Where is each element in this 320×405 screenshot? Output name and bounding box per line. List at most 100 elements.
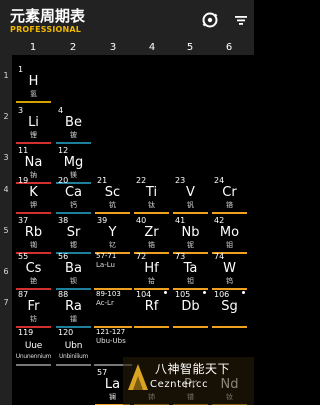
row-number: 5	[3, 226, 9, 235]
element-symbol: Cs	[25, 261, 42, 276]
element-name: 氢	[30, 90, 37, 98]
element-cell[interactable]: 37 Rb 铷	[15, 214, 52, 254]
element-name: 钙	[70, 201, 77, 209]
element-symbol: Sc	[104, 185, 121, 200]
element-cell[interactable]: 73 Ta 钽	[172, 250, 209, 290]
element-cell[interactable]: 74 W 钨	[211, 250, 248, 290]
element-cell[interactable]: 40 Zr 锆	[133, 214, 170, 254]
swap-circle-icon[interactable]	[200, 10, 220, 30]
atomic-number: 20	[58, 176, 69, 185]
atomic-number: 1	[18, 65, 24, 74]
element-name: Ununennium	[15, 353, 52, 360]
filter-icon[interactable]	[231, 10, 251, 30]
element-symbol: Rb	[24, 225, 43, 240]
atomic-number: 3	[18, 106, 24, 115]
element-cell[interactable]: 42 Mo 钼	[211, 214, 248, 254]
element-cell[interactable]: 41 Nb 铌	[172, 214, 209, 254]
range-number: 121-127	[96, 328, 126, 336]
atomic-number: 37	[18, 216, 29, 225]
element-cell[interactable]: 20 Ca 钙	[55, 174, 92, 214]
element-cell[interactable]: 38 Sr 锶	[55, 214, 92, 254]
element-symbol: Sg	[221, 299, 238, 314]
category-bar	[56, 364, 91, 366]
watermark-url: Ceznter.cc	[150, 379, 209, 390]
element-name: 钨	[226, 277, 233, 285]
atomic-number: 119	[18, 328, 34, 337]
atomic-number: 105	[175, 290, 191, 299]
atomic-number: 73	[175, 252, 186, 261]
range-label: La-Lu	[96, 261, 115, 269]
element-cell[interactable]: 4 Be 铍	[55, 104, 92, 144]
element-symbol: V	[186, 185, 195, 200]
element-symbol: Db	[181, 299, 200, 314]
atomic-number: 4	[58, 106, 64, 115]
category-bar	[16, 364, 51, 366]
range-label: Ac-Lr	[96, 299, 114, 307]
category-bar	[134, 326, 169, 328]
element-cell[interactable]: 22 Ti 钛	[133, 174, 170, 214]
category-bar	[173, 326, 208, 328]
element-name: 镭	[70, 315, 77, 323]
app-bar: 元素周期表 PROFESSIONAL	[0, 0, 254, 40]
element-cell[interactable]: 55 Cs 铯	[15, 250, 52, 290]
element-name: 锆	[148, 241, 155, 249]
element-cell[interactable]: 21 Sc 钪	[94, 174, 131, 214]
element-name: 锂	[30, 131, 37, 139]
element-name: 铪	[148, 277, 155, 285]
row-header: 1 2 3 4 5 6 7	[0, 55, 12, 405]
radioactive-dot-icon	[242, 291, 245, 294]
element-cell[interactable]: 105 Db	[172, 288, 209, 328]
element-cell[interactable]: 87 Fr 钫	[15, 288, 52, 328]
element-cell[interactable]: 19 K 钾	[15, 174, 52, 214]
app-subtitle: PROFESSIONAL	[10, 25, 82, 34]
atomic-number: 87	[18, 290, 29, 299]
category-bar	[16, 101, 51, 103]
element-cell[interactable]: 120 Ubn Unbinilium	[55, 326, 92, 366]
column-header: 1 2 3 4 5 6	[0, 40, 254, 55]
element-name: 钼	[226, 241, 233, 249]
element-name: 钫	[30, 315, 37, 323]
element-cell[interactable]: 3 Li 锂	[15, 104, 52, 144]
element-cell[interactable]: 88 Ra 镭	[55, 288, 92, 328]
element-name: 钇	[109, 241, 116, 249]
atomic-number: 12	[58, 146, 69, 155]
element-symbol: Y	[108, 225, 117, 240]
atomic-number: 11	[18, 146, 29, 155]
range-label: Ubu-Ubs	[96, 337, 126, 345]
atomic-number: 41	[175, 216, 186, 225]
range-number: 57-71	[96, 252, 117, 260]
row-number: 4	[3, 185, 9, 194]
element-symbol: Zr	[144, 225, 159, 240]
element-symbol: Cr	[222, 185, 237, 200]
atomic-number: 42	[214, 216, 225, 225]
element-cell[interactable]: 1H氢	[15, 63, 52, 103]
element-cell[interactable]: 23 V 钒	[172, 174, 209, 214]
atomic-number: 56	[58, 252, 69, 261]
element-cell[interactable]: 56 Ba 钡	[55, 250, 92, 290]
element-cell[interactable]: 119 Uue Ununennium	[15, 326, 52, 366]
element-cell[interactable]: 24 Cr 铬	[211, 174, 248, 214]
element-name: 铯	[30, 277, 37, 285]
row-number: 6	[3, 267, 9, 276]
element-cell[interactable]: 39 Y 钇	[94, 214, 131, 254]
atomic-number: 106	[214, 290, 230, 299]
element-symbol: Ti	[145, 185, 158, 200]
element-cell[interactable]: 104 Rf	[133, 288, 170, 328]
element-symbol: Uue	[24, 341, 43, 351]
element-symbol: H	[28, 74, 39, 89]
atomic-number: 40	[136, 216, 147, 225]
element-cell[interactable]: 72 Hf 铪	[133, 250, 170, 290]
column-number: 4	[148, 42, 156, 53]
row-number: 3	[3, 153, 9, 162]
element-cell[interactable]: 106 Sg	[211, 288, 248, 328]
element-symbol: Fr	[27, 299, 40, 314]
element-name: Unbinilium	[58, 353, 89, 360]
radioactive-dot-icon	[164, 291, 167, 294]
watermark-logo-icon	[125, 360, 151, 394]
atomic-number: 21	[97, 176, 108, 185]
range-cell[interactable]: 89-103 Ac-Lr	[93, 288, 133, 328]
element-symbol: K	[29, 185, 38, 200]
atomic-number: 23	[175, 176, 186, 185]
range-cell[interactable]: 57-71 La-Lu	[93, 250, 133, 290]
element-name: 钽	[187, 277, 194, 285]
